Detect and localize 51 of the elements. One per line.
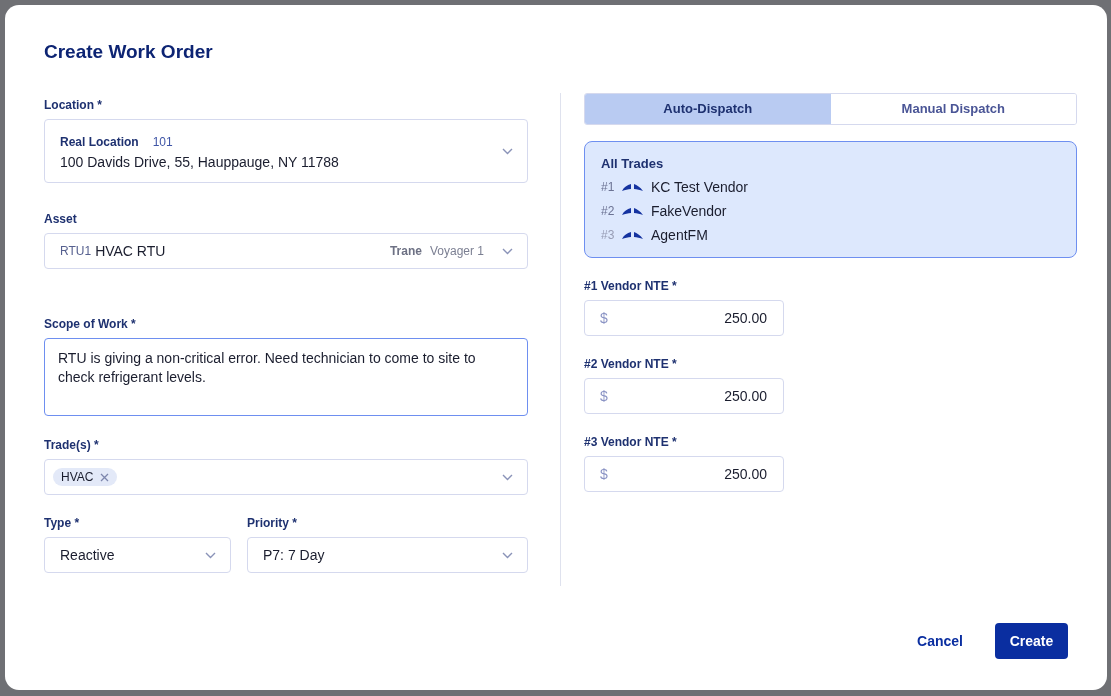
currency-symbol: $ [600,310,608,326]
chevron-down-icon [502,147,513,155]
scope-field[interactable]: RTU is giving a non-critical error. Need technician to come to site to check refrigerant levels. [44,338,528,416]
asset-select[interactable]: RTU1 HVAC RTU Trane Voyager 1 [44,233,528,269]
currency-symbol: $ [600,388,608,404]
location-address: 100 Davids Drive, 55, Hauppauge, NY 11788 [60,153,339,170]
location-name: Real Location [60,134,139,149]
priority-select[interactable]: P7: 7 Day [247,537,528,573]
field-label: Asset [44,211,78,227]
arc-logo-icon [622,207,643,215]
field-label: Type * [44,515,81,531]
asset-model: Voyager 1 [429,244,484,258]
type-value: Reactive [60,547,115,563]
chevron-down-icon [502,551,513,559]
chevron-down-icon [502,247,513,255]
vendor-name: AgentFM [651,226,708,245]
vendor-rank: #1 [601,179,614,196]
field-label: Scope of Work * [44,316,137,332]
priority-value: P7: 7 Day [263,547,325,563]
amount-field[interactable]: $ 250.00 [584,378,784,414]
create-button[interactable]: Create [995,623,1068,659]
arc-logo-icon [622,183,643,191]
cancel-button[interactable]: Cancel [917,625,963,657]
field-label: #2 Vendor NTE * [584,356,678,372]
type-select[interactable]: Reactive [44,537,231,573]
vendor-rank: #2 [601,203,614,220]
vendor-panel-title: All Trades [601,156,665,171]
vendor-name: KC Test Vendor [651,178,749,197]
asset-code: RTU1 [60,244,92,258]
dialog-title: Create Work Order [44,40,214,64]
asset-make: Trane [389,244,422,258]
currency-symbol: $ [600,466,608,482]
field-label: Priority * [247,515,298,531]
asset-name: HVAC RTU [95,243,166,259]
vendor-name: FakeVendor [651,202,727,221]
location-select[interactable]: Real Location 101 100 Davids Drive, 55, Hauppauge, NY 11788 [44,119,528,183]
field-label: #1 Vendor NTE * [584,278,678,294]
chevron-down-icon [502,473,513,481]
vendor-rank: #3 [601,227,614,244]
field-label: Location * [44,97,103,113]
location-code: 101 [152,134,173,149]
trade-tag[interactable]: HVAC [53,468,118,486]
amount-field[interactable]: $ 250.00 [584,300,784,336]
dispatch-tab[interactable]: Auto-Dispatch [585,94,831,124]
trades-select[interactable]: HVAC [44,459,528,495]
field-label: #3 Vendor NTE * [584,434,678,450]
field-label: Trade(s) * [44,437,100,453]
arc-logo-icon [622,231,643,239]
amount-field[interactable]: $ 250.00 [584,456,784,492]
chevron-down-icon [205,551,216,559]
close-icon[interactable] [100,472,110,482]
